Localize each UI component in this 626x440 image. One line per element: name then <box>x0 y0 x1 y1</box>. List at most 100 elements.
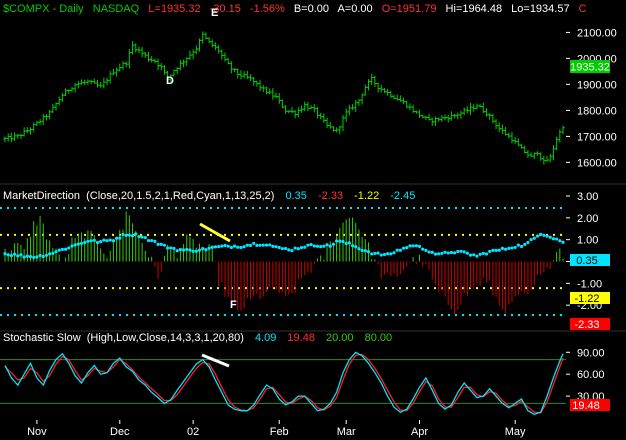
md-dot <box>57 248 61 252</box>
md-dot <box>293 246 297 250</box>
md-dot <box>70 244 74 248</box>
md-dot <box>446 251 450 255</box>
md-dot <box>468 253 473 257</box>
md-dot <box>440 251 444 255</box>
md-dot <box>63 247 68 251</box>
md-dot <box>306 243 310 247</box>
md-dot <box>539 232 543 236</box>
md-dot <box>159 242 163 246</box>
md-dot <box>411 244 415 248</box>
md-dot <box>115 236 119 240</box>
md-dot <box>347 241 351 245</box>
md-dot <box>555 237 559 241</box>
price-tick-label: 2100.00 <box>577 27 617 39</box>
x-tick-label: Feb <box>270 426 289 438</box>
md-dot <box>194 249 198 253</box>
md-dot <box>344 241 348 246</box>
md-dot <box>201 246 205 251</box>
md-dot <box>386 252 390 256</box>
md-dot <box>341 239 345 244</box>
md-dot <box>16 254 20 258</box>
md-dot <box>414 244 418 248</box>
md-dot <box>134 232 138 236</box>
price-header-bid: B=0.00 <box>294 3 329 15</box>
md-dot <box>360 248 364 253</box>
md-dot <box>76 242 80 246</box>
md-dot <box>405 246 409 250</box>
md-dot <box>542 233 546 237</box>
md-dot <box>166 246 170 250</box>
price-header-high: Hi=1964.48 <box>446 3 503 15</box>
md-dot <box>105 239 109 243</box>
md-osc-label: 0.35 <box>576 255 597 267</box>
md-dot <box>417 244 422 248</box>
md-dot <box>494 248 498 252</box>
price-header-change-pct: -1.56% <box>250 3 285 15</box>
annotation-e: E <box>211 7 218 19</box>
x-tick-label: May <box>505 426 526 438</box>
md-dot <box>389 252 393 256</box>
md-dot <box>529 238 533 242</box>
md-dot <box>51 251 55 256</box>
md-dot <box>443 250 447 254</box>
md-dot <box>350 244 355 248</box>
price-header-ask: A=0.00 <box>337 3 372 15</box>
price-tick-label: 1900.00 <box>577 79 617 91</box>
chart-background <box>0 0 626 440</box>
md-header-params: (Close,20,1.5,2,1,Red,Cyan,1,13,25,2) <box>86 190 274 202</box>
md-dot <box>255 243 259 247</box>
md-dot <box>102 238 106 242</box>
md-dot <box>491 248 495 252</box>
md-dot <box>456 249 460 254</box>
md-dot <box>258 243 262 247</box>
price-header-exchange: NASDAQ <box>93 3 140 15</box>
md-dot <box>551 237 556 241</box>
md-dot <box>472 253 476 257</box>
md-dot <box>6 253 10 257</box>
md-header-title: MarketDirection <box>3 190 80 202</box>
stoch-header-params: (High,Low,Close,14,3,3,1,20,80) <box>87 332 244 344</box>
md-dot <box>274 245 278 249</box>
md-dot <box>309 242 313 247</box>
md-dot <box>427 250 431 254</box>
md-dot <box>204 248 208 252</box>
md-dot <box>519 244 524 249</box>
stoch-tick-label: 60.00 <box>577 369 605 381</box>
md-dot <box>268 243 272 247</box>
last-price-label: 1935.32 <box>570 62 610 74</box>
md-dot <box>484 252 489 256</box>
md-dot <box>510 246 514 250</box>
md-tick-label: -1.00 <box>577 278 602 290</box>
md-dot <box>312 244 316 248</box>
md-dot <box>67 246 71 250</box>
md-dot <box>376 251 380 255</box>
price-header-last: L=1935.32 <box>148 3 200 15</box>
md-dot <box>130 234 135 238</box>
price-tick-label: 1600.00 <box>577 157 617 169</box>
md-dot <box>140 235 144 239</box>
annotation-f: F <box>230 299 237 311</box>
md-dot <box>478 252 482 256</box>
md-dot <box>299 245 304 250</box>
md-dot <box>462 250 466 254</box>
md-dot <box>277 245 281 250</box>
md-dot <box>143 235 147 240</box>
md-dot <box>19 253 23 257</box>
md-dot <box>217 245 221 249</box>
md-dot <box>322 244 326 248</box>
md-dot <box>22 255 26 259</box>
md-dot <box>331 242 336 246</box>
md-dot <box>28 255 33 259</box>
md-dot <box>3 252 7 256</box>
md-dot <box>430 250 434 254</box>
md-dot <box>379 253 383 257</box>
md-dot <box>153 239 157 243</box>
md-dot <box>54 250 58 254</box>
price-tick-label: 1700.00 <box>577 131 617 143</box>
md-dot <box>99 239 103 244</box>
md-dot <box>437 252 441 256</box>
md-dot <box>532 236 536 240</box>
md-dot <box>150 238 154 243</box>
md-dot <box>488 249 492 254</box>
md-dot <box>172 246 176 251</box>
